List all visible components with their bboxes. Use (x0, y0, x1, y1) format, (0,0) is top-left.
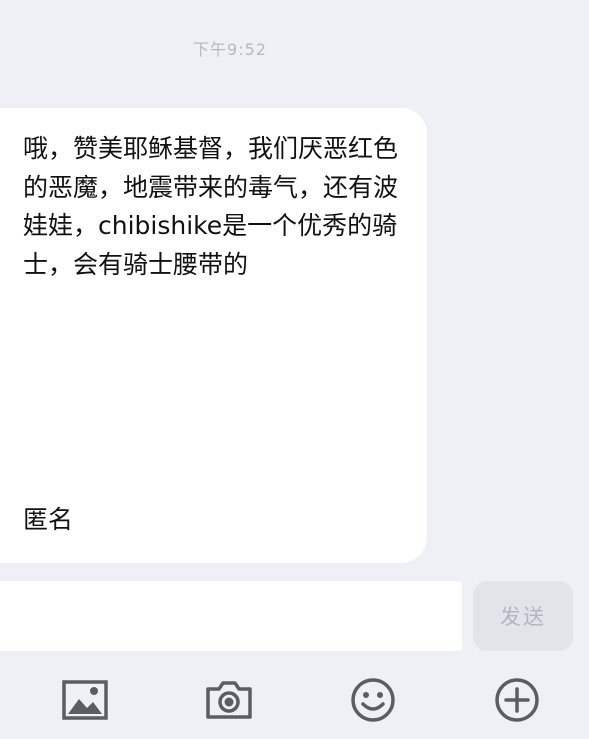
add-icon (495, 678, 539, 722)
camera-button[interactable] (204, 675, 254, 725)
image-icon (62, 680, 108, 720)
message-bubble: 哦，赞美耶稣基督，我们厌恶红色的恶魔，地震带来的毒气，还有波娃娃，chibish… (0, 108, 427, 563)
emoji-button[interactable] (348, 675, 398, 725)
message-signature: 匿名 (23, 505, 74, 534)
camera-icon (206, 681, 252, 719)
message-timestamp: 下午9:52 (193, 40, 267, 59)
message-input[interactable] (0, 581, 462, 651)
image-button[interactable] (60, 675, 110, 725)
message-text: 哦，赞美耶稣基督，我们厌恶红色的恶魔，地震带来的毒气，还有波娃娃，chibish… (23, 134, 399, 279)
emoji-icon (351, 678, 395, 722)
add-button[interactable] (492, 675, 542, 725)
send-button[interactable]: 发送 (473, 581, 573, 651)
composer-toolbar (0, 667, 589, 733)
